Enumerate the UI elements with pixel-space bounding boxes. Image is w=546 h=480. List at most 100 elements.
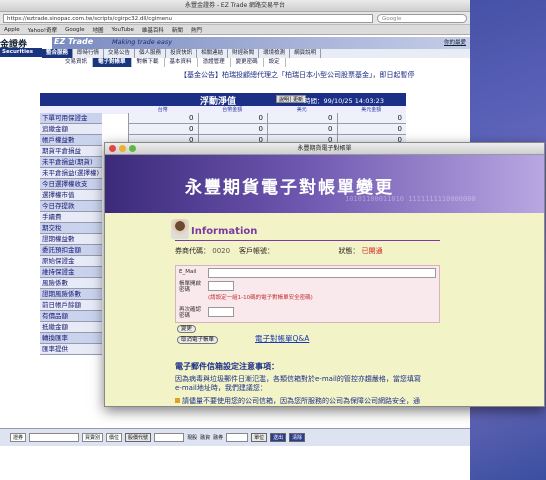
unit-button[interactable]: 單位	[251, 433, 268, 442]
popup-titlebar: 永豐期貨電子對帳單	[105, 143, 544, 155]
subnav-item[interactable]: 憑證管理	[198, 58, 231, 67]
option-margin[interactable]: 融資	[200, 434, 210, 441]
confirm-password-field[interactable]	[208, 307, 234, 317]
info-divider	[175, 240, 440, 241]
fund-row-label[interactable]: 期交稅	[40, 223, 102, 234]
nav-item[interactable]: 財經新聞	[228, 49, 260, 58]
bookmark-item[interactable]: 維基百科	[142, 26, 164, 34]
password-note: (請設定一組1-10碼的電子對帳單安全密碼)	[208, 295, 313, 301]
site-logo-sub: Securities	[0, 48, 42, 57]
fund-row-label[interactable]: 前日帳戶餘額	[40, 300, 102, 311]
fund-row-label[interactable]: 原始保證金	[40, 256, 102, 267]
fund-cell: 0	[128, 124, 198, 134]
fund-row-label[interactable]: 委託預扣金額	[40, 245, 102, 256]
agent-avatar	[171, 219, 189, 239]
fund-row: 0000	[128, 124, 406, 135]
bookmark-item[interactable]: 新聞	[172, 26, 183, 34]
subnav-item[interactable]: 對帳下載	[132, 58, 165, 67]
account-line: 券商代碼： 0020 客戶帳號： 狀態： 已開通	[175, 246, 383, 256]
bookmark-item[interactable]: Google	[65, 27, 84, 33]
fund-row-label[interactable]: 證期權益數	[40, 234, 102, 245]
fund-row-label[interactable]: 證期風險係數	[40, 289, 102, 300]
fund-header: 浮動淨值 說明 更新 時間：99/10/25 14:03:23	[40, 93, 406, 107]
url-field[interactable]: https://eztrade.sinopac.com.tw/scripts/c…	[3, 13, 373, 23]
zoom-icon[interactable]	[129, 145, 136, 152]
status-label: 狀態：	[338, 247, 360, 255]
subnav-item[interactable]: 變更密碼	[231, 58, 264, 67]
minimize-icon[interactable]	[119, 145, 126, 152]
popup-body: Information 券商代碼： 0020 客戶帳號： 狀態： 已開通 E_M…	[105, 213, 544, 406]
browser-title: 永豐金證券 - EZ Trade 網路交易平台	[0, 0, 470, 12]
qty-input[interactable]	[154, 433, 185, 442]
market-select[interactable]: 證券	[10, 433, 27, 442]
fund-row-label[interactable]: 維持保證金	[40, 267, 102, 278]
fund-cell: 0	[197, 124, 268, 134]
customer-label: 客戶帳號：	[238, 247, 274, 255]
side-select[interactable]: 買賣別	[82, 433, 104, 442]
change-button[interactable]: 變更	[177, 325, 197, 333]
fund-row-label[interactable]: 匯率提供	[40, 344, 102, 355]
unit-input[interactable]	[226, 433, 249, 442]
subnav-item[interactable]: 基本資料	[165, 58, 198, 67]
fund-row-labels: 下單可用保證金 追繳金額 帳戶權益數 期貨平倉損益 未平倉損益(期貨) 未平倉損益(選擇權…	[40, 113, 102, 355]
cancel-statement-button[interactable]: 取消電子帳單	[177, 336, 219, 344]
fund-row-label[interactable]: 下單可用保證金	[40, 113, 102, 124]
close-icon[interactable]	[109, 145, 116, 152]
clear-button[interactable]: 清除	[289, 433, 306, 442]
favorites-link[interactable]: 你的最愛	[444, 38, 466, 46]
fund-cell: 0	[267, 124, 337, 134]
password-field[interactable]	[208, 281, 234, 291]
email-note-bullet: 請儘量不要使用您的公司信箱，因為您所服務的公司為保障公司網路安全，通常都會設立垃…	[175, 397, 425, 406]
fund-row-label[interactable]: 有價品額	[40, 311, 102, 322]
nav-item[interactable]: 個人服務	[135, 49, 167, 58]
option-cash[interactable]: 現股	[187, 434, 197, 441]
fund-row-label[interactable]: 今日選擇權收支	[40, 179, 102, 190]
fund-row-label[interactable]: 手續費	[40, 212, 102, 223]
nav-item[interactable]: 即時行情	[73, 49, 105, 58]
bookmark-item[interactable]: YouTube	[112, 27, 134, 33]
fund-row-label[interactable]: 抵繳金額	[40, 322, 102, 333]
fund-row-label[interactable]: 帳戶權益數	[40, 135, 102, 146]
popup-window-title: 永豐期貨電子對帳單	[297, 145, 352, 152]
fund-panel: 浮動淨值 說明 更新 時間：99/10/25 14:03:23 台幣 台幣金額 …	[40, 93, 406, 114]
search-input[interactable]: Google	[377, 13, 467, 23]
bookmark-item[interactable]: 地圖	[92, 26, 103, 34]
subnav-item[interactable]: 電子對帳單	[93, 58, 132, 67]
bookmark-item[interactable]: 熱門	[191, 26, 202, 34]
popup-banner: 永豐期貨電子對帳單變更 10101100011010 1111111110000…	[105, 155, 544, 213]
subnav-item[interactable]: 設定	[264, 58, 286, 67]
nav-item[interactable]: 相關連結	[197, 49, 229, 58]
order-bar: 證券 買賣別 價位 股價代號 現股 融資 融券 單位 送出 清除	[0, 428, 470, 446]
nav-item[interactable]: 網頁說明	[290, 49, 322, 58]
nav-item[interactable]: 環境檢測	[259, 49, 291, 58]
fund-row-label[interactable]: 今日存提款	[40, 201, 102, 212]
nav-item[interactable]: 整合服務	[42, 49, 74, 58]
fund-row-label[interactable]: 未平倉損益(選擇權)	[40, 168, 102, 179]
option-short[interactable]: 融券	[213, 434, 223, 441]
bookmark-item[interactable]: Apple	[4, 27, 20, 33]
notice-marquee[interactable]: 【基金公告】柏瑞投顧總代理之「柏瑞日本小型公司股票基金」，即日起暫停	[180, 70, 415, 80]
fund-row-label[interactable]: 選擇權市值	[40, 190, 102, 201]
fund-row-label[interactable]: 風險係數	[40, 278, 102, 289]
fund-row-label[interactable]: 追繳金額	[40, 124, 102, 135]
symbol-input[interactable]	[29, 433, 80, 442]
fund-row-label[interactable]: 期貨平倉損益	[40, 146, 102, 157]
price-select[interactable]: 價位	[106, 433, 123, 442]
site-header: 金證券 Securities EZ Trade Making trade eas…	[0, 35, 470, 81]
banner-binary: 10101100011010 1111111110000000	[345, 195, 476, 203]
main-nav: 整合服務 即時行情 交易公告 個人服務 投資快訊 相關連結 財經新聞 環境檢測 …	[42, 49, 470, 58]
symbol-button[interactable]: 股價代號	[125, 433, 152, 442]
subnav-item[interactable]: 交易資訊	[60, 58, 94, 67]
bookmark-item[interactable]: Yahoo!奇摩	[28, 26, 57, 34]
submit-button[interactable]: 送出	[270, 433, 287, 442]
address-bar: https://eztrade.sinopac.com.tw/scripts/c…	[0, 12, 470, 25]
email-field[interactable]	[208, 268, 436, 278]
fund-row-label[interactable]: 未平倉損益(期貨)	[40, 157, 102, 168]
email-label: E_Mail	[179, 269, 197, 275]
fund-row-label[interactable]: 轉換匯率	[40, 333, 102, 344]
faq-link[interactable]: 電子對帳單Q&A	[255, 333, 309, 344]
nav-item[interactable]: 交易公告	[104, 49, 136, 58]
broker-label: 券商代碼：	[175, 247, 210, 255]
nav-item[interactable]: 投資快訊	[166, 49, 198, 58]
confirm-label: 再次確認密碼	[179, 307, 202, 319]
